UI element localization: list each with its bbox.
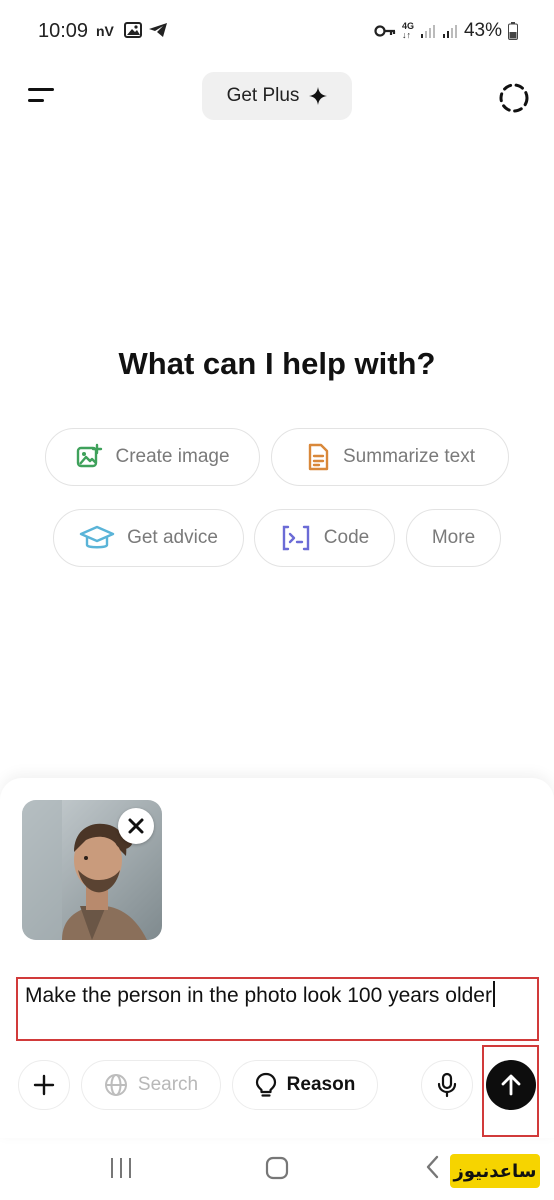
get-advice-label: Get advice: [127, 527, 218, 548]
status-right: 4G ↓↑ 43%: [374, 20, 518, 42]
code-chip[interactable]: Code: [254, 509, 395, 567]
temporary-chat-icon[interactable]: [496, 80, 532, 116]
summarize-text-label: Summarize text: [343, 446, 475, 467]
watermark-logo: ساعدنیوز: [450, 1154, 540, 1188]
status-notification-icons: nV: [96, 22, 168, 38]
signal-2-icon: [442, 25, 457, 38]
svg-text:nV: nV: [96, 23, 115, 38]
telegram-icon: [149, 23, 167, 37]
image-plus-icon: [77, 443, 103, 468]
send-highlight-box: [482, 1045, 539, 1137]
remove-photo-button[interactable]: [118, 808, 154, 844]
status-time: 10:09: [38, 20, 89, 42]
more-label: More: [431, 527, 476, 548]
menu-icon[interactable]: [26, 84, 56, 108]
prompt-input[interactable]: Make the person in the photo look 100 ye…: [16, 977, 539, 1041]
microphone-icon: [437, 1072, 457, 1098]
voice-input-button[interactable]: [421, 1060, 473, 1110]
recent-apps-icon[interactable]: [108, 1156, 134, 1180]
code-label: Code: [323, 527, 370, 548]
plus-icon: [33, 1074, 55, 1096]
page-title: What can I help with?: [118, 346, 436, 381]
signal-1-icon: [420, 25, 435, 38]
create-image-chip[interactable]: Create image: [45, 428, 260, 486]
home-icon[interactable]: [264, 1155, 290, 1181]
lightbulb-icon: [255, 1072, 276, 1097]
search-label: Search: [137, 1074, 199, 1095]
prompt-text: Make the person in the photo look 100 ye…: [25, 984, 492, 1007]
get-advice-chip[interactable]: Get advice: [53, 509, 244, 567]
reason-button[interactable]: Reason: [232, 1060, 378, 1110]
add-attachment-button[interactable]: [18, 1060, 70, 1110]
close-icon: [128, 818, 144, 834]
get-plus-button[interactable]: Get Plus: [202, 72, 352, 120]
network-type: 4G ↓↑: [401, 21, 414, 40]
summarize-text-chip[interactable]: Summarize text: [271, 428, 509, 486]
search-button[interactable]: Search: [81, 1060, 221, 1110]
get-plus-label: Get Plus: [226, 85, 300, 106]
graduation-cap-icon: [79, 525, 115, 549]
status-bar: 10:09 nV 4G ↓↑ 43%: [0, 0, 554, 62]
more-chip[interactable]: More: [406, 509, 501, 567]
battery-percent: 43%: [463, 20, 502, 41]
gallery-icon: [124, 22, 142, 38]
vpn-key-icon: [374, 25, 396, 37]
globe-icon: [104, 1074, 127, 1096]
nv-app-icon: nV: [96, 23, 115, 38]
text-caret: [492, 981, 495, 1007]
battery-icon: [508, 22, 518, 40]
document-icon: [308, 443, 329, 471]
code-icon: [282, 525, 309, 551]
reason-label: Reason: [286, 1074, 356, 1095]
create-image-label: Create image: [115, 446, 230, 467]
back-icon[interactable]: [424, 1154, 442, 1180]
sparkle-icon: [309, 87, 328, 105]
